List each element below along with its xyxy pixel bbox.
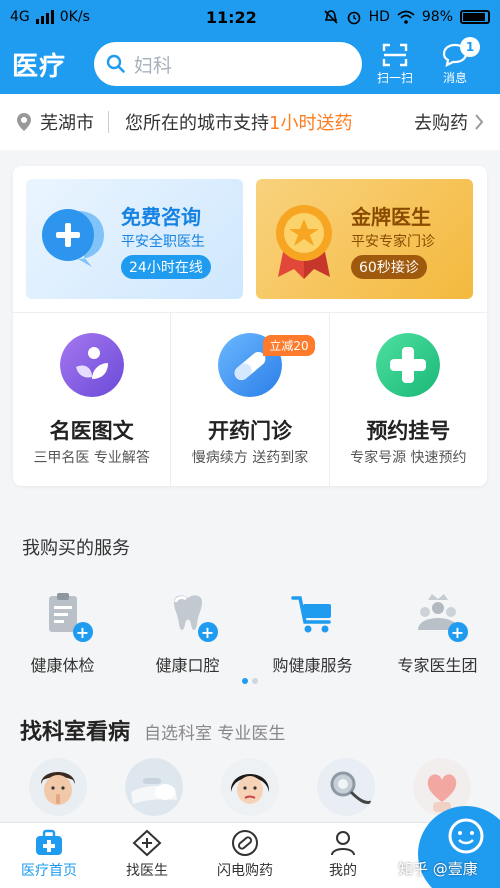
prescription-clinic-item[interactable]: 立减20 开药门诊 慢病续方 送药到家 <box>171 313 330 486</box>
clock: 11:22 <box>205 7 257 27</box>
mute-icon <box>323 10 338 24</box>
service-label: 健康口腔 <box>155 656 220 675</box>
divider <box>108 111 109 133</box>
purchased-services: + 健康体检 + 健康口腔 购健康服务 + 专家医生团 <box>0 590 500 680</box>
user-icon <box>331 831 355 856</box>
wifi-icon <box>397 10 415 24</box>
search-input[interactable]: 妇科 <box>94 42 362 86</box>
nav-label: 找医生 <box>126 863 168 879</box>
nav-medical-home[interactable]: 医疗首页 <box>0 823 98 888</box>
chat-plus-icon <box>42 209 104 267</box>
location-pin-icon <box>17 113 31 131</box>
service-label: 健康体检 <box>30 656 95 675</box>
nav-flash-pharmacy[interactable]: 闪电购药 <box>196 823 294 888</box>
add-icon: + <box>447 622 468 642</box>
pediatrics-avatar[interactable] <box>29 758 87 816</box>
oral-health-item[interactable]: + 健康口腔 <box>125 590 250 680</box>
services-grid: 名医图文 三甲名医 专业解答 立减20 开药门诊 慢病续方 送药到家 预约挂号 … <box>13 312 487 486</box>
signal-icon <box>35 10 54 24</box>
app-screen: 4G 0K/s 11:22 HD 98% 医疗 妇科 扫一扫 消息 1 芜湖市 … <box>0 0 500 888</box>
promo-title: 金牌医生 <box>351 205 431 229</box>
promo-title: 免费咨询 <box>121 205 201 229</box>
battery-percent: 98% <box>421 9 453 25</box>
add-icon: + <box>72 622 93 642</box>
watermark-text: 知乎 @壹康 <box>398 860 478 878</box>
location-bar[interactable]: 芜湖市 您所在的城市支持1小时送药 去购药 <box>0 94 500 150</box>
grid-subtitle: 三甲名医 专业解答 <box>33 450 150 466</box>
medkit-icon <box>36 829 62 855</box>
department-title: 找科室看病 <box>20 720 131 745</box>
battery-icon <box>460 10 490 24</box>
cardiology-avatar[interactable] <box>317 758 375 816</box>
nav-find-doctor[interactable]: 找医生 <box>98 823 196 888</box>
delivery-notice: 您所在的城市支持1小时送药 <box>125 109 352 135</box>
promo-pill: 60秒接诊 <box>351 255 427 279</box>
grid-title: 开药门诊 <box>207 419 292 443</box>
city-name[interactable]: 芜湖市 <box>40 109 94 135</box>
app-logo: 医疗 <box>12 51 67 82</box>
nav-label: 闪电购药 <box>217 863 273 879</box>
search-icon <box>106 54 125 73</box>
network-speed: 0K/s <box>59 9 90 25</box>
service-label: 专家医生团 <box>397 656 478 675</box>
scan-button[interactable]: 扫一扫 <box>368 43 422 86</box>
network-type: 4G <box>10 9 30 25</box>
notice-highlight: 1小时送药 <box>269 113 353 134</box>
message-badge: 1 <box>460 36 480 57</box>
cart-icon <box>289 590 337 638</box>
carousel-indicator <box>242 678 258 684</box>
message-label: 消息 <box>442 70 467 85</box>
medical-cross-icon <box>376 333 441 397</box>
status-bar: 4G 0K/s 11:22 HD 98% <box>0 0 500 34</box>
team-icon: + <box>414 590 468 642</box>
status-right: HD 98% <box>323 9 490 25</box>
promo-subtitle: 平安专家门诊 <box>351 234 435 250</box>
grid-title: 预约挂号 <box>366 419 451 443</box>
clipboard-icon: + <box>39 590 93 642</box>
pill-icon <box>232 830 258 856</box>
scan-label: 扫一扫 <box>376 70 413 85</box>
department-subtitle: 自选科室 专业医生 <box>144 724 286 744</box>
purchased-section-title: 我购买的服务 <box>22 538 130 559</box>
doctor-icon <box>132 829 162 857</box>
page-dot <box>252 678 258 684</box>
service-label: 购健康服务 <box>272 656 353 675</box>
grid-title: 名医图文 <box>49 419 134 443</box>
notice-prefix: 您所在的城市支持 <box>125 113 269 134</box>
add-icon: + <box>197 622 218 642</box>
nav-label: 医疗首页 <box>21 863 77 879</box>
buy-health-service-item[interactable]: 购健康服务 <box>250 590 375 680</box>
department-section-header: 找科室看病 自选科室 专业医生 <box>20 714 285 746</box>
appointment-item[interactable]: 预约挂号 专家号源 快速预约 <box>330 313 487 486</box>
alarm-icon <box>347 11 360 25</box>
nav-label: 我的 <box>329 863 357 879</box>
leaf-person-icon <box>59 333 124 397</box>
health-checkup-item[interactable]: + 健康体检 <box>0 590 125 680</box>
expert-team-item[interactable]: + 专家医生团 <box>375 590 500 680</box>
promo-pill: 24小时在线 <box>121 255 211 279</box>
scan-icon <box>382 43 408 66</box>
famous-doctor-item[interactable]: 名医图文 三甲名医 专业解答 <box>13 313 172 486</box>
messages-button[interactable]: 消息 1 <box>428 36 482 86</box>
hd-indicator: HD <box>368 9 390 25</box>
page-dot-active <box>242 678 248 684</box>
nav-my-profile[interactable]: 我的 <box>294 823 392 888</box>
chevron-right-icon <box>475 114 484 130</box>
buy-medicine-label: 去购药 <box>414 113 468 134</box>
gold-doctor-banner[interactable]: 金牌医生 平安专家门诊 60秒接诊 <box>256 179 473 299</box>
discount-tag: 立减20 <box>263 335 315 356</box>
buy-medicine-link[interactable]: 去购药 <box>414 109 484 135</box>
medal-icon <box>276 205 332 279</box>
grid-subtitle: 专家号源 快速预约 <box>350 450 467 466</box>
search-placeholder: 妇科 <box>134 54 173 77</box>
free-consult-banner[interactable]: 免费咨询 平安全职医生 24小时在线 <box>26 179 243 299</box>
promo-subtitle: 平安全职医生 <box>121 234 205 250</box>
child-avatar[interactable] <box>221 758 279 816</box>
service-card: 免费咨询 平安全职医生 24小时在线 金牌医生 平安专家门诊 60秒接诊 名医图… <box>13 166 487 486</box>
grid-subtitle: 慢病续方 送药到家 <box>191 450 309 466</box>
tooth-icon: + <box>164 590 218 642</box>
app-header: 医疗 妇科 扫一扫 消息 1 <box>0 34 500 94</box>
orthopedics-avatar[interactable] <box>125 758 183 816</box>
